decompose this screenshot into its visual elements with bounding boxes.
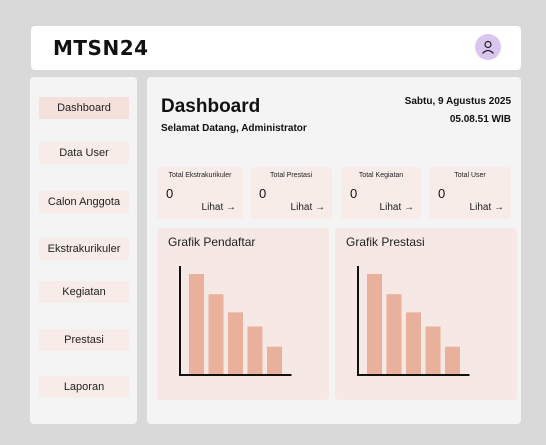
card-value: 0 xyxy=(350,186,358,201)
sidebar-item-prestasi[interactable]: Prestasi xyxy=(39,329,129,351)
chart-bar xyxy=(445,346,460,375)
sidebar-item-dashboard[interactable]: Dashboard xyxy=(39,97,129,119)
chart-bar xyxy=(367,274,382,375)
stat-card-prestasi: Total Prestasi 0 Lihat → xyxy=(250,167,332,219)
chart-bar xyxy=(386,294,402,375)
chart-bar xyxy=(247,326,263,375)
sidebar: Dashboard Data User Calon Anggota Ekstra… xyxy=(30,77,137,424)
card-label: Total Kegiatan xyxy=(358,172,404,179)
chart-bar xyxy=(425,326,441,375)
user-avatar[interactable] xyxy=(475,34,501,60)
stat-card-kegiatan: Total Kegiatan 0 Lihat → xyxy=(341,167,421,219)
sidebar-item-laporan[interactable]: Laporan xyxy=(39,376,129,398)
current-time: 05.08.51 WIB xyxy=(449,114,511,125)
chart-panel-prestasi: Grafik Prestasi xyxy=(335,228,517,400)
chart-bar xyxy=(267,346,282,375)
top-header: MTSN24 xyxy=(31,26,521,70)
chart-prestasi xyxy=(357,266,470,376)
user-icon xyxy=(482,40,494,54)
card-value: 0 xyxy=(259,186,267,201)
page-title: Dashboard xyxy=(161,96,261,117)
card-label: Total User xyxy=(454,172,486,179)
chart-panel-pendaftar: Grafik Pendaftar xyxy=(157,228,329,400)
chart-pendaftar xyxy=(179,266,292,376)
welcome-text: Selamat Datang, Administrator xyxy=(161,123,307,134)
sidebar-item-ekstrakurikuler[interactable]: Ekstrakurikuler xyxy=(39,238,129,260)
sidebar-item-kegiatan[interactable]: Kegiatan xyxy=(39,281,129,303)
current-date: Sabtu, 9 Agustus 2025 xyxy=(404,96,511,107)
sidebar-item-data-user[interactable]: Data User xyxy=(39,142,129,164)
chart-bar xyxy=(189,274,204,375)
chart-bar xyxy=(406,312,421,375)
chart-bar xyxy=(228,312,243,375)
card-view-link[interactable]: Lihat → xyxy=(380,202,414,213)
card-label: Total Ekstrakurikuler xyxy=(168,172,232,179)
card-value: 0 xyxy=(166,186,174,201)
brand-logo: MTSN24 xyxy=(53,36,149,60)
card-label: Total Prestasi xyxy=(269,172,313,179)
chart-bar xyxy=(208,294,224,375)
card-view-link[interactable]: Lihat → xyxy=(202,202,236,213)
stat-card-ekstrakurikuler: Total Ekstrakurikuler 0 Lihat → xyxy=(157,167,243,219)
card-view-link[interactable]: Lihat → xyxy=(470,202,504,213)
stat-card-user: Total User 0 Lihat → xyxy=(429,167,511,219)
sidebar-item-calon-anggota[interactable]: Calon Anggota xyxy=(39,191,129,213)
main-panel: Dashboard Selamat Datang, Administrator … xyxy=(147,77,521,424)
card-view-link[interactable]: Lihat → xyxy=(291,202,325,213)
card-value: 0 xyxy=(438,186,446,201)
